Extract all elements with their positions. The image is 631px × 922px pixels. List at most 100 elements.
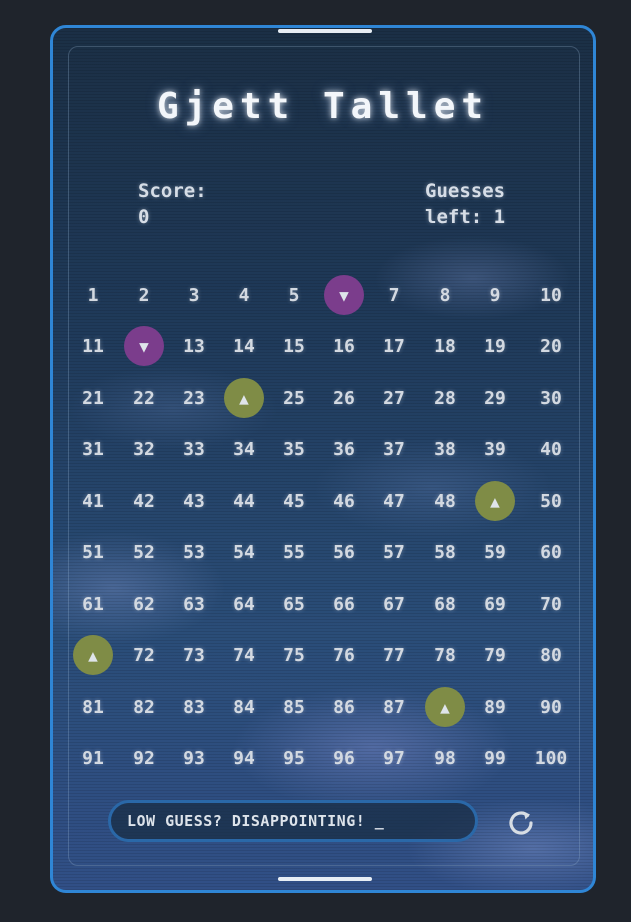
number-cell-67[interactable]: 67	[374, 584, 414, 624]
number-cell-13[interactable]: 13	[174, 326, 214, 366]
number-cell-31[interactable]: 31	[73, 429, 113, 469]
number-cell-41[interactable]: 41	[73, 481, 113, 521]
number-cell-92[interactable]: 92	[124, 738, 164, 778]
number-cell-82[interactable]: 82	[124, 687, 164, 727]
number-cell-32[interactable]: 32	[124, 429, 164, 469]
number-cell-28[interactable]: 28	[425, 378, 465, 418]
number-cell-10[interactable]: 10	[531, 275, 571, 315]
number-cell-60[interactable]: 60	[531, 532, 571, 572]
number-cell-7[interactable]: 7	[374, 275, 414, 315]
number-cell-98[interactable]: 98	[425, 738, 465, 778]
number-cell-70[interactable]: 70	[531, 584, 571, 624]
number-cell-74[interactable]: 74	[224, 635, 264, 675]
number-cell-97[interactable]: 97	[374, 738, 414, 778]
reset-button[interactable]	[501, 803, 541, 843]
number-cell-47[interactable]: 47	[374, 481, 414, 521]
number-cell-46[interactable]: 46	[324, 481, 364, 521]
number-cell-63[interactable]: 63	[174, 584, 214, 624]
number-cell-9[interactable]: 9	[475, 275, 515, 315]
number-cell-36[interactable]: 36	[324, 429, 364, 469]
number-cell-55[interactable]: 55	[274, 532, 314, 572]
number-cell-84[interactable]: 84	[224, 687, 264, 727]
number-cell-62[interactable]: 62	[124, 584, 164, 624]
number-cell-39[interactable]: 39	[475, 429, 515, 469]
number-cell-99[interactable]: 99	[475, 738, 515, 778]
number-cell-34[interactable]: 34	[224, 429, 264, 469]
number-cell-100[interactable]: 100	[531, 738, 571, 778]
number-cell-33[interactable]: 33	[174, 429, 214, 469]
marker-down-6[interactable]: ▼	[324, 275, 364, 315]
number-cell-30[interactable]: 30	[531, 378, 571, 418]
number-cell-4[interactable]: 4	[224, 275, 264, 315]
number-cell-40[interactable]: 40	[531, 429, 571, 469]
number-cell-27[interactable]: 27	[374, 378, 414, 418]
number-cell-20[interactable]: 20	[531, 326, 571, 366]
number-cell-5[interactable]: 5	[274, 275, 314, 315]
marker-down-12[interactable]: ▼	[124, 326, 164, 366]
number-cell-59[interactable]: 59	[475, 532, 515, 572]
number-cell-52[interactable]: 52	[124, 532, 164, 572]
number-cell-29[interactable]: 29	[475, 378, 515, 418]
number-cell-23[interactable]: 23	[174, 378, 214, 418]
number-cell-15[interactable]: 15	[274, 326, 314, 366]
number-cell-94[interactable]: 94	[224, 738, 264, 778]
number-cell-3[interactable]: 3	[174, 275, 214, 315]
number-cell-72[interactable]: 72	[124, 635, 164, 675]
number-cell-65[interactable]: 65	[274, 584, 314, 624]
number-cell-61[interactable]: 61	[73, 584, 113, 624]
number-cell-58[interactable]: 58	[425, 532, 465, 572]
number-cell-2[interactable]: 2	[124, 275, 164, 315]
number-cell-21[interactable]: 21	[73, 378, 113, 418]
number-cell-93[interactable]: 93	[174, 738, 214, 778]
number-cell-76[interactable]: 76	[324, 635, 364, 675]
number-cell-96[interactable]: 96	[324, 738, 364, 778]
number-cell-17[interactable]: 17	[374, 326, 414, 366]
number-cell-85[interactable]: 85	[274, 687, 314, 727]
number-cell-95[interactable]: 95	[274, 738, 314, 778]
number-cell-57[interactable]: 57	[374, 532, 414, 572]
number-cell-1[interactable]: 1	[73, 275, 113, 315]
number-cell-81[interactable]: 81	[73, 687, 113, 727]
number-cell-56[interactable]: 56	[324, 532, 364, 572]
marker-up-71[interactable]: ▲	[73, 635, 113, 675]
number-cell-16[interactable]: 16	[324, 326, 364, 366]
number-cell-75[interactable]: 75	[274, 635, 314, 675]
number-cell-38[interactable]: 38	[425, 429, 465, 469]
number-cell-83[interactable]: 83	[174, 687, 214, 727]
number-cell-73[interactable]: 73	[174, 635, 214, 675]
number-cell-19[interactable]: 19	[475, 326, 515, 366]
number-cell-90[interactable]: 90	[531, 687, 571, 727]
number-cell-53[interactable]: 53	[174, 532, 214, 572]
number-cell-25[interactable]: 25	[274, 378, 314, 418]
marker-up-88[interactable]: ▲	[425, 687, 465, 727]
marker-up-24[interactable]: ▲	[224, 378, 264, 418]
number-cell-87[interactable]: 87	[374, 687, 414, 727]
number-cell-22[interactable]: 22	[124, 378, 164, 418]
marker-up-49[interactable]: ▲	[475, 481, 515, 521]
number-cell-50[interactable]: 50	[531, 481, 571, 521]
number-cell-69[interactable]: 69	[475, 584, 515, 624]
number-cell-79[interactable]: 79	[475, 635, 515, 675]
number-cell-51[interactable]: 51	[73, 532, 113, 572]
number-cell-80[interactable]: 80	[531, 635, 571, 675]
number-cell-26[interactable]: 26	[324, 378, 364, 418]
number-cell-35[interactable]: 35	[274, 429, 314, 469]
number-cell-48[interactable]: 48	[425, 481, 465, 521]
number-cell-68[interactable]: 68	[425, 584, 465, 624]
number-cell-42[interactable]: 42	[124, 481, 164, 521]
number-cell-43[interactable]: 43	[174, 481, 214, 521]
number-cell-66[interactable]: 66	[324, 584, 364, 624]
number-cell-8[interactable]: 8	[425, 275, 465, 315]
number-cell-64[interactable]: 64	[224, 584, 264, 624]
number-cell-86[interactable]: 86	[324, 687, 364, 727]
number-cell-89[interactable]: 89	[475, 687, 515, 727]
number-cell-14[interactable]: 14	[224, 326, 264, 366]
number-cell-44[interactable]: 44	[224, 481, 264, 521]
number-cell-78[interactable]: 78	[425, 635, 465, 675]
number-cell-11[interactable]: 11	[73, 326, 113, 366]
number-cell-91[interactable]: 91	[73, 738, 113, 778]
number-cell-37[interactable]: 37	[374, 429, 414, 469]
number-cell-18[interactable]: 18	[425, 326, 465, 366]
number-cell-77[interactable]: 77	[374, 635, 414, 675]
number-cell-54[interactable]: 54	[224, 532, 264, 572]
